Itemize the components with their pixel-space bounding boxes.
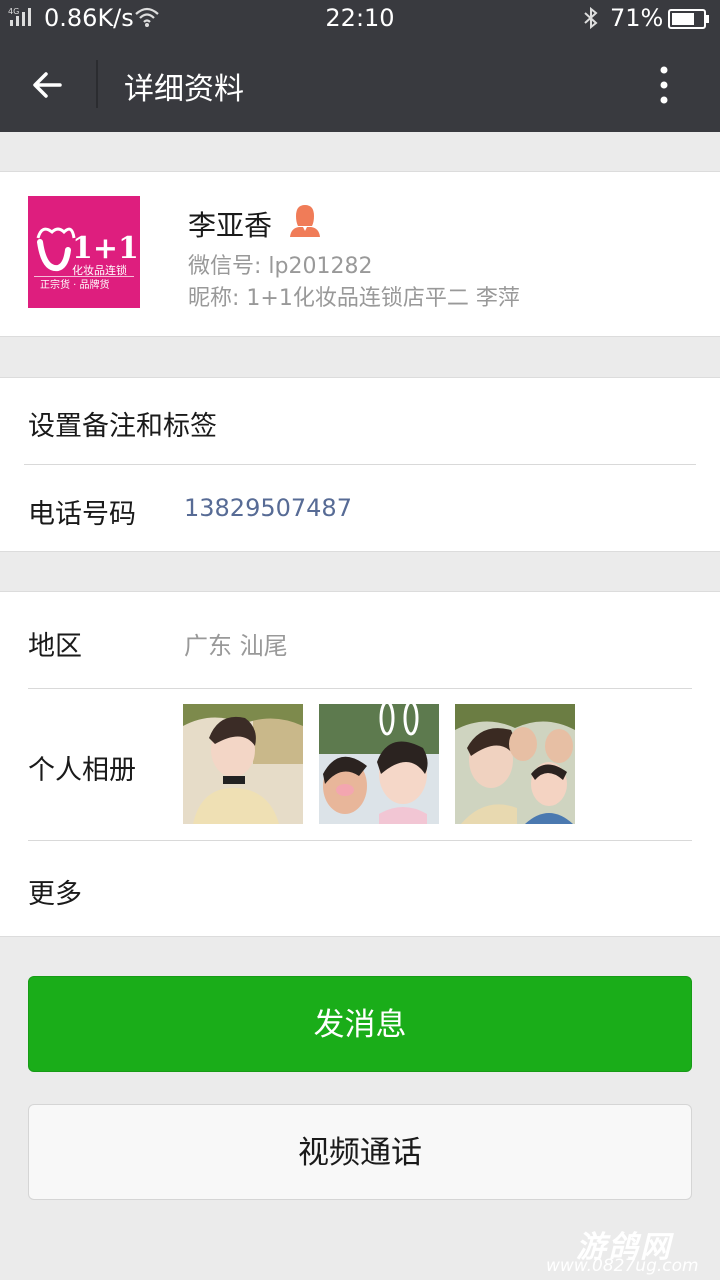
svg-text:化妆品连锁: 化妆品连锁 <box>72 263 127 277</box>
nickname: 昵称: 1+1化妆品连锁店平二 李萍 <box>188 286 520 311</box>
info-card: 地区 广东 汕尾 个人相册 更多 <box>0 591 720 937</box>
region-value: 广东 汕尾 <box>184 632 288 660</box>
album-photo[interactable] <box>455 704 575 824</box>
more-item[interactable]: 更多 <box>28 872 82 911</box>
battery-icon <box>668 9 709 29</box>
profile-name: 李亚香 <box>188 209 273 242</box>
status-bar: 4G 0.86K/s 22:10 71% <box>0 0 720 38</box>
svg-text:1+1: 1+1 <box>72 231 139 266</box>
row-divider <box>28 688 692 689</box>
remark-tag-item[interactable]: 设置备注和标签 <box>28 404 217 443</box>
album-label: 个人相册 <box>28 755 136 786</box>
send-message-button[interactable]: 发消息 <box>28 976 692 1072</box>
profile-card[interactable]: 1+1 化妆品连锁 正宗货 · 品牌货 李亚香 微信号: lp201282 昵称… <box>0 171 720 337</box>
title-divider <box>96 60 98 108</box>
more-vertical-icon[interactable] <box>640 60 688 110</box>
wechat-id: 微信号: lp201282 <box>188 254 373 279</box>
region-label: 地区 <box>28 631 82 662</box>
row-divider <box>28 840 692 841</box>
row-divider <box>24 464 696 465</box>
contact-card: 设置备注和标签 电话号码 13829507487 <box>0 377 720 552</box>
album-photo-image <box>319 704 439 824</box>
avatar[interactable]: 1+1 化妆品连锁 正宗货 · 品牌货 <box>28 196 140 308</box>
title-bar: 详细资料 <box>0 38 720 132</box>
video-call-button[interactable]: 视频通话 <box>28 1104 692 1200</box>
back-arrow-icon[interactable] <box>24 60 74 110</box>
phone-label: 电话号码 <box>28 499 136 530</box>
album-photo-image <box>183 704 303 824</box>
album-photo[interactable] <box>183 704 303 824</box>
album-photo[interactable] <box>319 704 439 824</box>
battery-percent: 71% <box>610 4 664 32</box>
phone-number-link[interactable]: 13829507487 <box>184 494 352 522</box>
bluetooth-icon <box>584 6 598 30</box>
page-title: 详细资料 <box>124 72 244 107</box>
watermark: 游鸽网 www.0827ug.com <box>546 1222 716 1276</box>
female-icon <box>290 205 320 237</box>
watermark-url: www.0827ug.com <box>546 1256 699 1276</box>
avatar-logo: 1+1 化妆品连锁 正宗货 · 品牌货 <box>34 227 139 291</box>
top-bar: 4G 0.86K/s 22:10 71% 详细资料 <box>0 0 720 132</box>
svg-text:正宗货 · 品牌货: 正宗货 · 品牌货 <box>40 278 110 291</box>
album-photo-image <box>455 704 575 824</box>
